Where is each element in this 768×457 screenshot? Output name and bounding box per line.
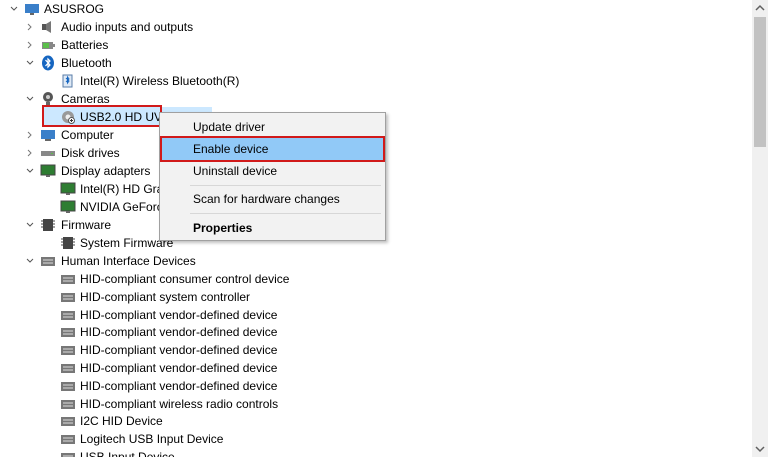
- tree-item-hid-label: Human Interface Devices: [61, 254, 196, 268]
- monitor-icon: [60, 182, 76, 195]
- chevron-down-icon[interactable]: [26, 95, 34, 103]
- tree-item-label: HID-compliant wireless radio controls: [80, 396, 279, 411]
- hid-device-icon: [61, 275, 75, 284]
- computer-icon: [25, 4, 39, 15]
- tree-item-label: HID-compliant vendor-defined device: [80, 307, 278, 322]
- menu-separator: [190, 213, 381, 214]
- tree-item-label: HID-compliant vendor-defined device: [80, 378, 278, 393]
- tree-item-display-adapters-label: Display adapters: [61, 164, 151, 178]
- scrollbar-thumb[interactable]: [754, 17, 766, 147]
- menu-item-properties[interactable]: Properties: [162, 217, 383, 239]
- battery-icon: [42, 42, 55, 49]
- menu-item-label: Update driver: [193, 120, 266, 134]
- tree-item-label: HID-compliant vendor-defined device: [80, 361, 278, 375]
- tree-item-label: Intel(R) HD Grap: [80, 182, 171, 196]
- hid-device-icon: [61, 435, 75, 445]
- menu-item-label: Scan for hardware changes: [193, 192, 340, 206]
- chevron-down-icon[interactable]: [26, 167, 34, 175]
- hid-device-icon: [61, 453, 75, 457]
- speaker-icon: [42, 21, 51, 33]
- menu-item-label: Properties: [193, 221, 253, 235]
- chevron-down-icon[interactable]: [26, 59, 34, 67]
- menu-item-label: Enable device: [193, 142, 269, 156]
- hid-device-icon: [61, 346, 75, 356]
- menu-item-scan-hardware[interactable]: Scan for hardware changes: [162, 188, 383, 210]
- tree-item-bluetooth-label: Bluetooth: [61, 56, 112, 70]
- tree-item-label: HID-compliant consumer control device: [80, 272, 290, 286]
- context-menu: Update driver Enable device Uninstall de…: [159, 112, 386, 241]
- hid-device-icon: [61, 381, 75, 391]
- vertical-scrollbar[interactable]: [752, 0, 768, 457]
- menu-item-update-driver[interactable]: Update driver: [162, 116, 383, 138]
- disk-drive-icon: [41, 151, 55, 156]
- hid-device-icon: [61, 292, 75, 302]
- tree-item-computer-label: Computer: [61, 128, 114, 142]
- chevron-down-icon[interactable]: [26, 221, 34, 229]
- tree-item-label: USB Input Device: [80, 450, 175, 457]
- chip-icon: [41, 219, 55, 231]
- scroll-up-arrow-icon[interactable]: [752, 0, 768, 16]
- chevron-down-icon[interactable]: [26, 257, 34, 265]
- chevron-right-icon[interactable]: [26, 23, 34, 31]
- menu-item-enable-device[interactable]: Enable device: [160, 136, 385, 162]
- tree-item-audio-label: Audio inputs and outputs: [61, 20, 194, 34]
- monitor-icon: [40, 164, 56, 177]
- chevron-right-icon[interactable]: [26, 131, 34, 139]
- tree-item-label: Logitech USB Input Device: [80, 432, 224, 447]
- tree-item-label: HID-compliant vendor-defined device: [80, 343, 278, 358]
- bluetooth-icon: [42, 55, 54, 71]
- hid-device-icon: [61, 328, 75, 338]
- keyboard-icon: [41, 257, 55, 266]
- hid-device-icon: [61, 399, 75, 409]
- tree-item-label: Intel(R) Wireless Bluetooth(R): [80, 74, 240, 88]
- menu-separator: [190, 185, 381, 186]
- callout-box: [42, 105, 162, 127]
- tree-item-firmware-label: Firmware: [61, 218, 111, 232]
- menu-item-label: Uninstall device: [193, 164, 278, 178]
- hid-device-icon: [61, 364, 75, 373]
- tree-item-label: HID-compliant vendor-defined device: [80, 325, 278, 340]
- hid-device-icon: [61, 310, 75, 320]
- menu-item-uninstall-device[interactable]: Uninstall device: [162, 160, 383, 182]
- tree-item-disk-drives-label: Disk drives: [61, 146, 120, 160]
- tree-item-label: NVIDIA GeForce: [80, 200, 170, 214]
- bluetooth-device-icon: [62, 74, 73, 88]
- hid-device-icon: [61, 417, 75, 427]
- computer-icon: [41, 130, 55, 141]
- chevron-down-icon[interactable]: [10, 5, 18, 13]
- monitor-icon: [60, 200, 76, 213]
- tree-item-batteries-label: Batteries: [61, 38, 109, 52]
- chip-icon: [61, 237, 75, 249]
- tree-item-label: I2C HID Device: [80, 414, 163, 429]
- tree-item-label: HID-compliant system controller: [80, 289, 251, 304]
- tree-root-label: ASUSROG: [44, 2, 105, 16]
- chevron-right-icon[interactable]: [26, 149, 34, 157]
- scroll-down-arrow-icon[interactable]: [752, 441, 768, 457]
- chevron-right-icon[interactable]: [26, 41, 34, 49]
